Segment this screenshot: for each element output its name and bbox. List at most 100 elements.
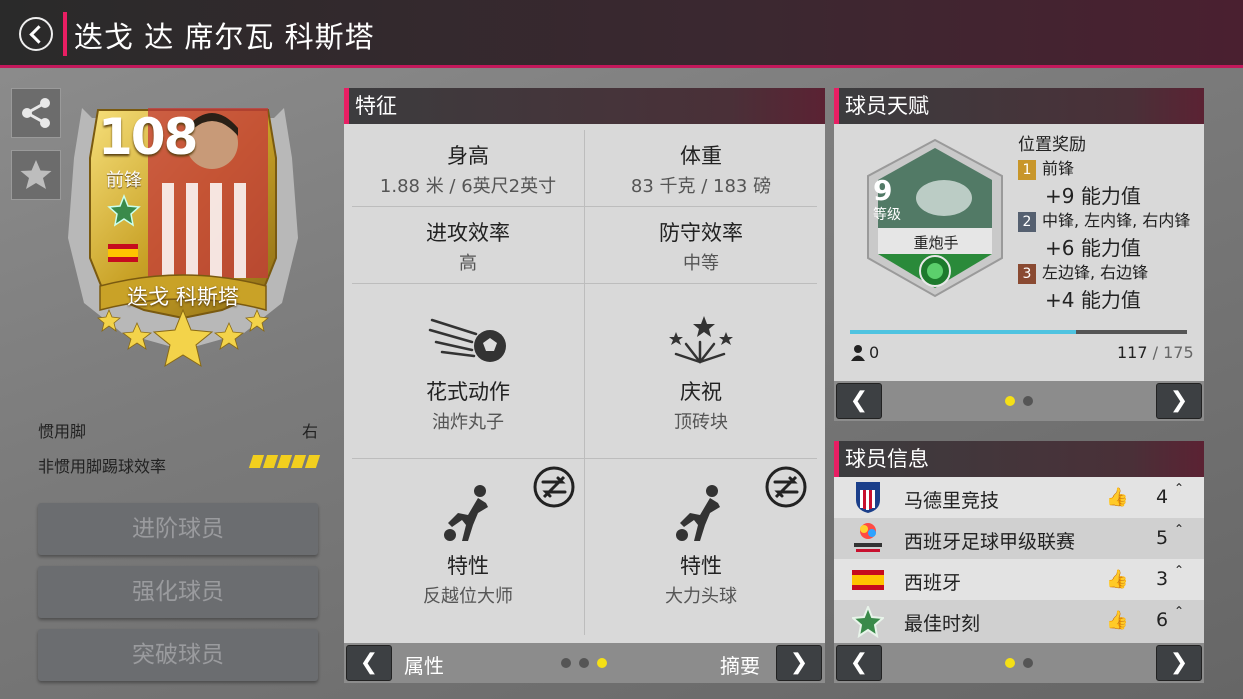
traits-next-button[interactable]: ❯ bbox=[776, 645, 822, 681]
weight-value: 83 千克 / 183 磅 bbox=[630, 176, 772, 197]
page-dot-active[interactable] bbox=[597, 658, 607, 668]
upgrade-player-button[interactable]: 进阶球员 bbox=[38, 503, 318, 555]
page-dot-active[interactable] bbox=[1005, 658, 1015, 668]
train-player-button[interactable]: 强化球员 bbox=[38, 566, 318, 618]
weak-foot-label: 非惯用脚踢球效率 bbox=[38, 457, 167, 476]
weak-foot-star bbox=[248, 455, 265, 468]
title-accent bbox=[63, 12, 67, 56]
club-row[interactable]: 马德里竞技 👍 4 ⌃ bbox=[834, 477, 1204, 518]
reward-title: 位置奖励 bbox=[1018, 135, 1086, 155]
trait-1-cell: 特性 反越位大师 bbox=[352, 550, 584, 608]
talent-xp-current: 117 bbox=[1117, 343, 1148, 362]
favorite-button[interactable] bbox=[11, 150, 61, 200]
top-bar: 迭戈 达 席尔瓦 科斯塔 bbox=[0, 0, 1243, 68]
talent-xp: 117 / 175 bbox=[1117, 343, 1194, 362]
chemistry-hand-icon: 👍 bbox=[1106, 610, 1129, 631]
traits-divider-2 bbox=[352, 283, 817, 284]
page-dot-active[interactable] bbox=[1005, 396, 1015, 406]
attack-workrate-label: 进攻效率 bbox=[426, 221, 510, 245]
page-dot[interactable] bbox=[1023, 658, 1033, 668]
chevron-left-icon bbox=[28, 24, 48, 44]
weak-foot-star bbox=[276, 455, 293, 468]
reward-position: 左边锋, 右边锋 bbox=[1042, 263, 1149, 282]
traits-prev-label[interactable]: 属性 bbox=[404, 650, 444, 679]
chemistry-hand-icon: 👍 bbox=[1106, 487, 1129, 508]
weak-foot-rating bbox=[248, 455, 321, 468]
back-button[interactable] bbox=[19, 17, 53, 51]
reward-bonus: +4 能力值 bbox=[1045, 288, 1141, 312]
page-dot[interactable] bbox=[1023, 396, 1033, 406]
weak-foot-star bbox=[290, 455, 307, 468]
reward-rank: 3 bbox=[1018, 264, 1036, 284]
talent-nav-bar: ❮ ❯ bbox=[834, 381, 1204, 421]
reward-bonus: +9 能力值 bbox=[1045, 184, 1141, 208]
kicking-player-icon bbox=[444, 485, 488, 541]
skill-move-label: 花式动作 bbox=[426, 380, 510, 404]
talent-points: 0 bbox=[869, 343, 880, 362]
chevron-up-icon: ⌃ bbox=[1174, 522, 1185, 536]
club-crest-icon bbox=[856, 482, 880, 513]
trait-2-label: 特性 bbox=[680, 554, 722, 578]
height-cell: 身高 1.88 米 / 6英尺2英寸 bbox=[352, 140, 584, 198]
nation-name: 西班牙 bbox=[904, 572, 962, 594]
talent-next-button[interactable]: ❯ bbox=[1156, 383, 1202, 419]
traits-divider-1 bbox=[352, 206, 817, 207]
talent-progress-fill bbox=[850, 330, 1076, 334]
reward-item: 3 左边锋, 右边锋 +4 能力值 bbox=[1018, 259, 1204, 313]
page-dot[interactable] bbox=[579, 658, 589, 668]
page-dot[interactable] bbox=[561, 658, 571, 668]
preferred-foot-row: 惯用脚 右 bbox=[38, 418, 318, 442]
weak-foot-row: 非惯用脚踢球效率 bbox=[38, 453, 321, 477]
talent-prev-button[interactable]: ❮ bbox=[836, 383, 882, 419]
program-count: 6 bbox=[1156, 609, 1169, 631]
nation-row[interactable]: 西班牙 👍 3 ⌃ bbox=[834, 559, 1204, 600]
info-next-button[interactable]: ❯ bbox=[1156, 645, 1202, 681]
trait-2-value: 大力头球 bbox=[665, 586, 737, 607]
info-prev-button[interactable]: ❮ bbox=[836, 645, 882, 681]
talent-panel-header: 球员天赋 bbox=[834, 88, 1204, 124]
attack-workrate-cell: 进攻效率 高 bbox=[352, 217, 584, 275]
trait-1-value: 反越位大师 bbox=[423, 586, 513, 607]
celebration-cell: 庆祝 顶砖块 bbox=[585, 376, 817, 434]
traits-next-label[interactable]: 摘要 bbox=[720, 650, 760, 679]
skill-move-icon bbox=[428, 318, 506, 362]
breakthrough-player-button[interactable]: 突破球员 bbox=[38, 629, 318, 681]
defense-workrate-cell: 防守效率 中等 bbox=[585, 217, 817, 275]
league-row[interactable]: 西班牙足球甲级联赛 5 ⌃ bbox=[834, 518, 1204, 559]
reward-position: 前锋 bbox=[1042, 159, 1075, 178]
player-card[interactable]: 108 前锋 迭戈 科斯塔 bbox=[62, 88, 304, 370]
traits-prev-button[interactable]: ❮ bbox=[346, 645, 392, 681]
swap-icon[interactable] bbox=[532, 465, 576, 509]
swap-icon[interactable] bbox=[764, 465, 808, 509]
preferred-foot-value: 右 bbox=[301, 422, 318, 441]
celebration-icon bbox=[669, 316, 733, 364]
program-row[interactable]: 最佳时刻 👍 6 ⌃ bbox=[834, 600, 1204, 643]
star-program-icon bbox=[852, 606, 884, 638]
skill-move-value: 油炸丸子 bbox=[432, 412, 504, 433]
talent-badge-level: 9 bbox=[873, 174, 893, 207]
celebration-label: 庆祝 bbox=[680, 380, 722, 404]
chevron-up-icon: ⌃ bbox=[1174, 604, 1185, 618]
chevron-up-icon: ⌃ bbox=[1174, 563, 1185, 577]
nation-count: 3 bbox=[1156, 568, 1169, 590]
kicking-player-icon bbox=[676, 485, 720, 541]
celebration-value: 顶砖块 bbox=[674, 412, 728, 433]
info-panel-header: 球员信息 bbox=[834, 441, 1204, 477]
points-icon bbox=[851, 345, 865, 361]
chemistry-hand-icon: 👍 bbox=[1106, 569, 1129, 590]
reward-position: 中锋, 左内锋, 右内锋 bbox=[1042, 211, 1191, 230]
spain-flag-icon bbox=[852, 570, 884, 590]
program-name: 最佳时刻 bbox=[904, 613, 981, 635]
star-icon bbox=[20, 160, 52, 189]
share-button[interactable] bbox=[11, 88, 61, 138]
traits-panel-header: 特征 bbox=[344, 88, 825, 124]
chevron-up-icon: ⌃ bbox=[1174, 481, 1185, 495]
talent-badge-name: 重炮手 bbox=[913, 234, 959, 252]
reward-rank: 1 bbox=[1018, 160, 1036, 180]
talent-badge-level-label: 等级 bbox=[873, 207, 901, 223]
reward-bonus: +6 能力值 bbox=[1045, 236, 1141, 260]
talent-xp-total: / 175 bbox=[1152, 343, 1194, 362]
attack-workrate-value: 高 bbox=[459, 253, 477, 274]
league-count: 5 bbox=[1156, 527, 1169, 549]
trait-1-label: 特性 bbox=[447, 554, 489, 578]
